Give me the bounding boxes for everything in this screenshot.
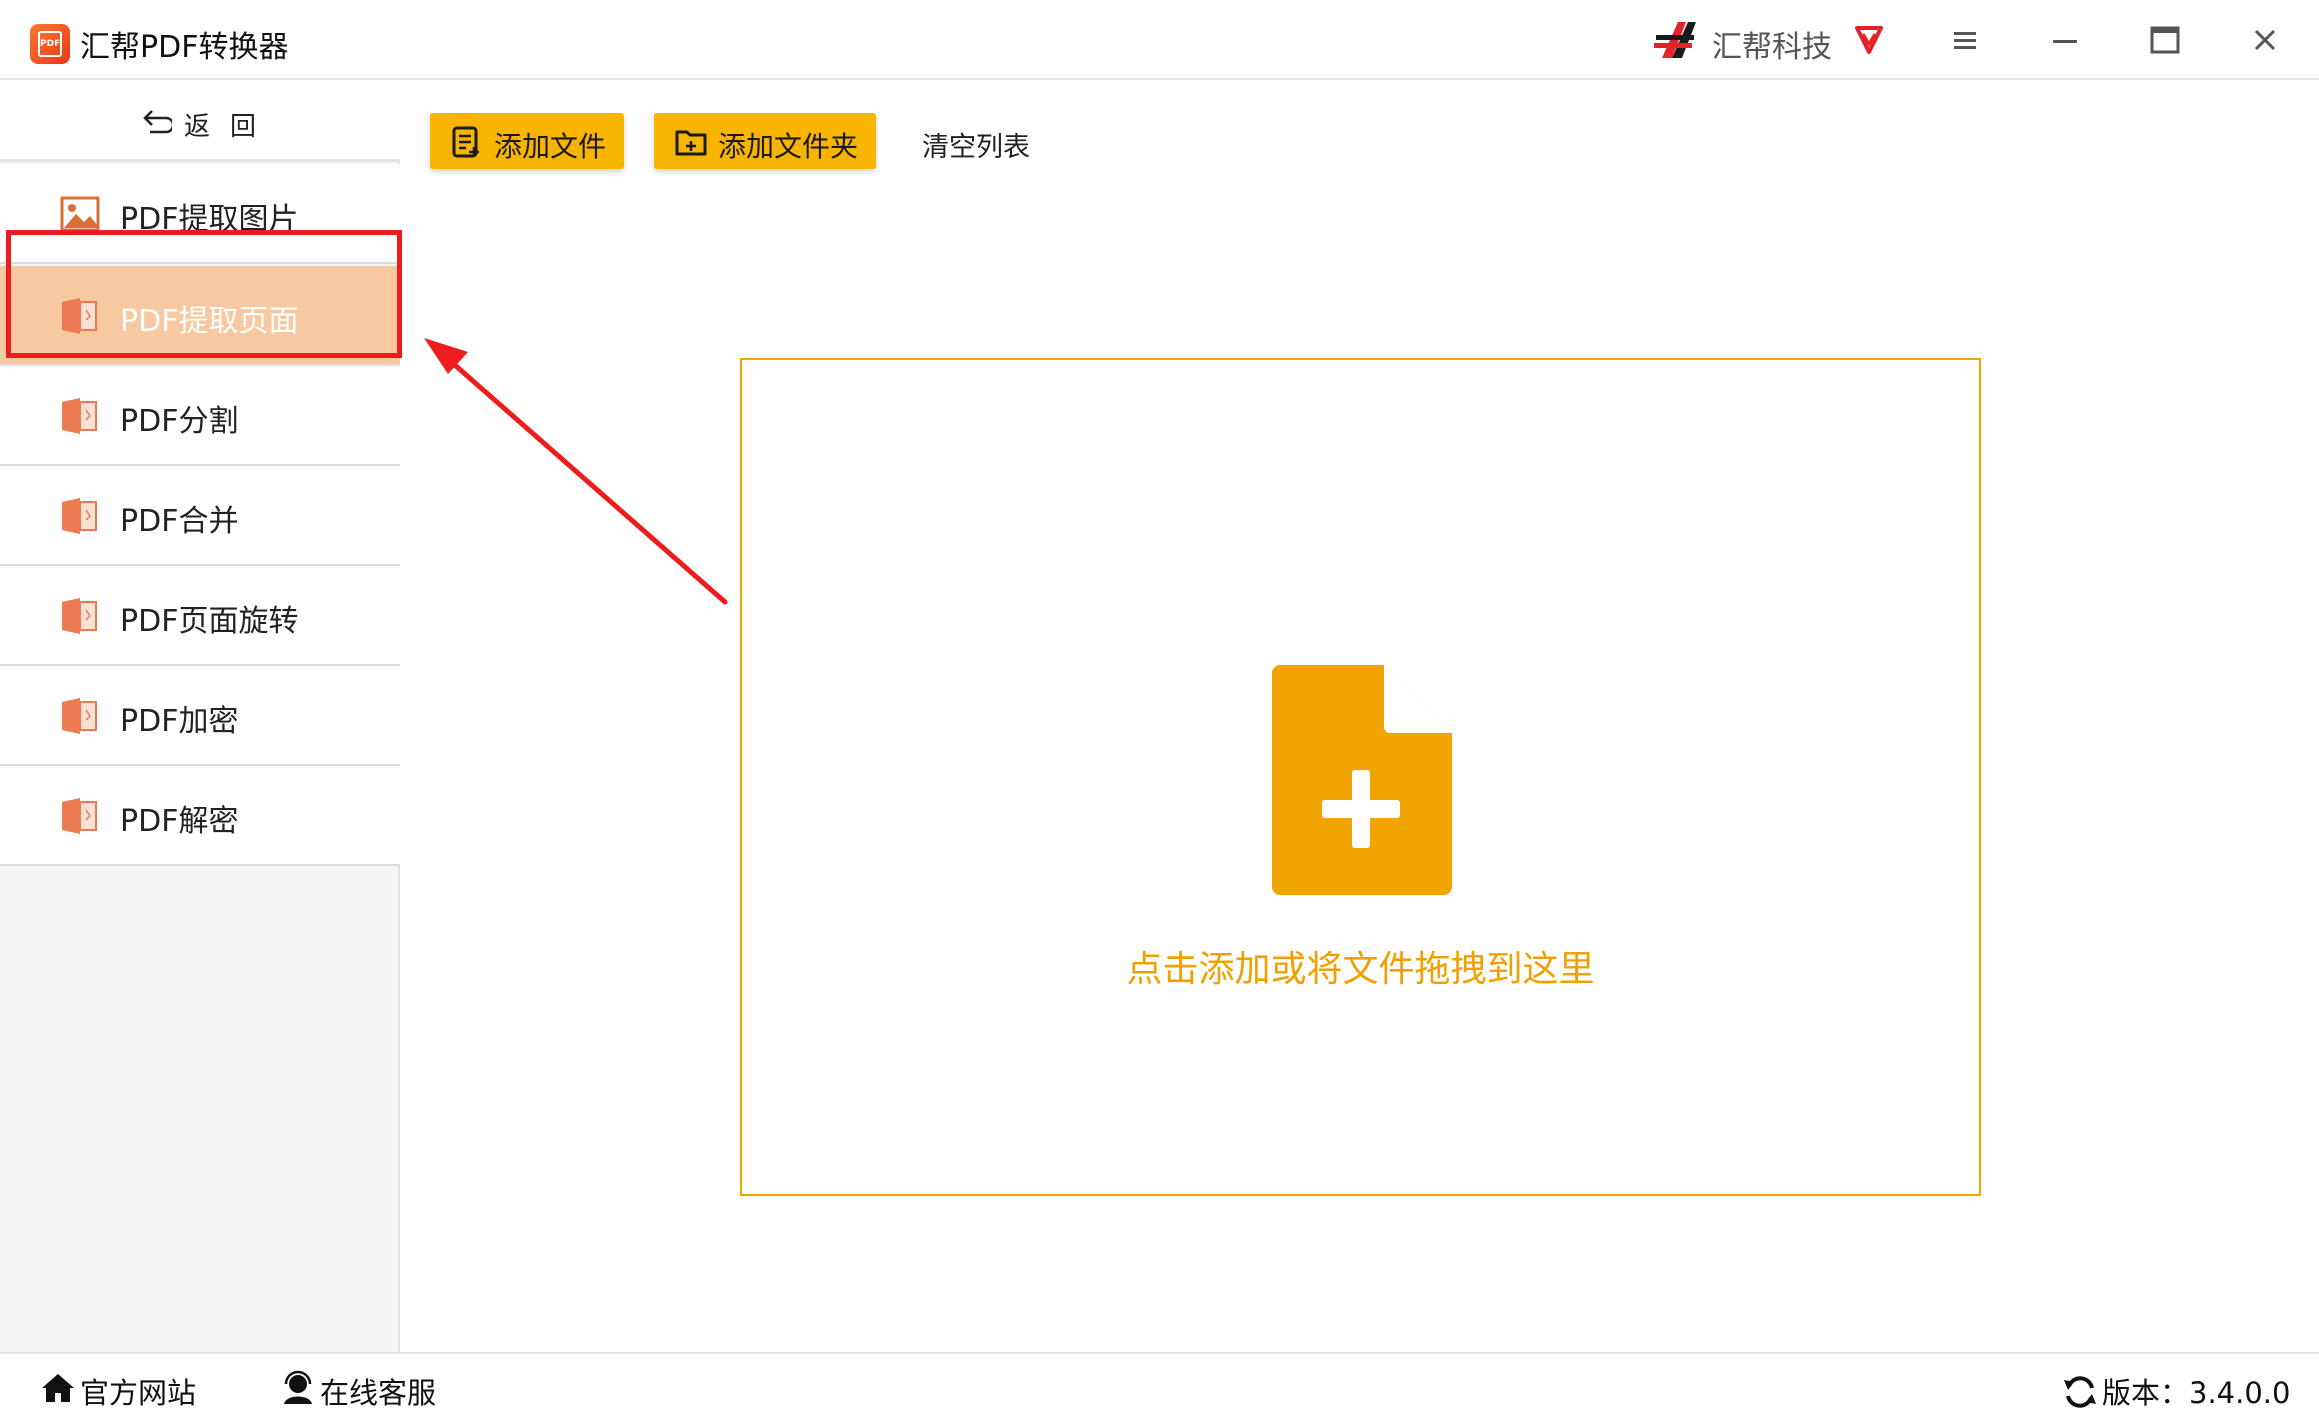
add-folder-label: 添加文件夹 (718, 130, 859, 163)
close-icon[interactable] (2245, 20, 2285, 60)
status-bar: 官方网站 在线客服 版本：3.4.0.0 (0, 1352, 2319, 1419)
pdf-file-icon (62, 798, 97, 834)
back-arrow-icon (143, 110, 172, 134)
add-file-icon (452, 126, 479, 158)
sidebar-item-merge[interactable]: PDF合并 (0, 466, 400, 566)
sidebar-item-label: PDF页面旋转 (120, 604, 299, 639)
support-agent-icon (284, 1370, 312, 1404)
add-folder-button[interactable]: 添加文件夹 (654, 113, 876, 169)
refresh-icon (2064, 1376, 2096, 1408)
brand-name: 汇帮科技 (1712, 30, 1832, 65)
online-support-link[interactable]: 在线客服 (280, 1368, 450, 1410)
app-logo-icon: PDF (30, 24, 70, 64)
back-button[interactable]: 返回 (0, 82, 400, 162)
official-website-link[interactable]: 官方网站 (40, 1368, 210, 1410)
add-file-label: 添加文件 (494, 130, 607, 163)
pdf-file-icon (62, 598, 97, 634)
vip-icon[interactable] (1852, 22, 1886, 56)
website-label: 官方网站 (80, 1376, 197, 1410)
annotation-highlight-box (6, 230, 402, 358)
clear-list-button[interactable]: 清空列表 (922, 125, 1030, 164)
app-title: 汇帮PDF转换器 (80, 30, 289, 65)
drop-hint-text: 点击添加或将文件拖拽到这里 (1126, 949, 1595, 990)
sidebar-item-label: PDF解密 (120, 804, 239, 839)
sidebar-item-label: PDF合并 (120, 504, 239, 539)
menu-icon[interactable] (1945, 20, 1985, 60)
add-file-button[interactable]: 添加文件 (430, 113, 624, 169)
sidebar-item-split[interactable]: PDF分割 (0, 366, 400, 466)
pdf-file-icon (62, 698, 97, 734)
sidebar-item-label: PDF加密 (120, 704, 239, 739)
file-drop-zone[interactable]: 点击添加或将文件拖拽到这里 (740, 358, 1981, 1196)
version-label: 版本：3.4.0.0 (2102, 1376, 2291, 1410)
add-file-large-icon (1272, 665, 1452, 895)
minimize-icon[interactable] (2045, 20, 2085, 60)
version-info[interactable]: 版本：3.4.0.0 (2062, 1368, 2302, 1410)
back-label: 返回 (184, 112, 277, 142)
sidebar-item-rotate[interactable]: PDF页面旋转 (0, 566, 400, 666)
pdf-file-icon (62, 398, 97, 434)
title-bar: PDF 汇帮PDF转换器 汇帮科技 (0, 0, 2319, 80)
add-folder-icon (675, 130, 707, 156)
brand-logo-icon (1654, 22, 1696, 58)
pdf-file-icon (62, 498, 97, 534)
support-label: 在线客服 (320, 1376, 437, 1410)
sidebar-item-decrypt[interactable]: PDF解密 (0, 766, 400, 866)
sidebar-item-label: PDF分割 (120, 404, 239, 439)
image-icon (60, 196, 100, 232)
home-icon (42, 1374, 74, 1402)
app-logo-text: PDF (38, 31, 62, 57)
maximize-icon[interactable] (2145, 20, 2185, 60)
sidebar-item-encrypt[interactable]: PDF加密 (0, 666, 400, 766)
